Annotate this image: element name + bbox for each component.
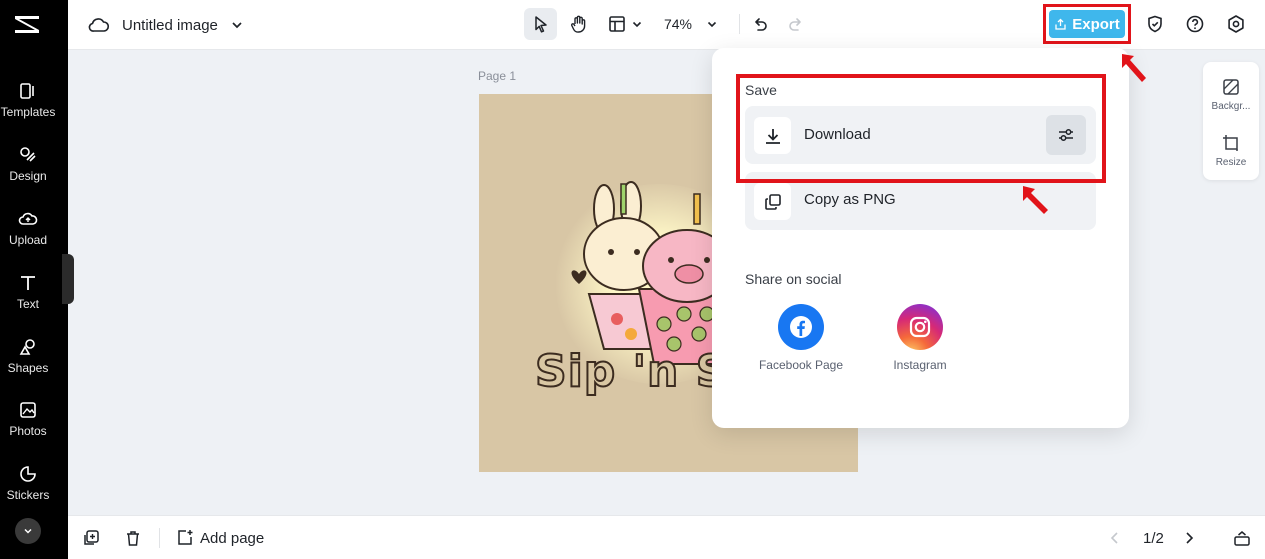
rail-item-shapes[interactable]: Shapes (0, 328, 56, 384)
next-page-button[interactable] (1180, 526, 1198, 550)
upload-icon (18, 212, 38, 225)
chevron-down-icon (24, 528, 32, 534)
annotation-arrow-export (1122, 54, 1146, 82)
panel-collapse-handle[interactable] (62, 254, 74, 304)
zoom-dropdown[interactable]: 74% (656, 8, 726, 40)
rail-more-button[interactable] (15, 518, 41, 544)
rail-label: Design (9, 169, 47, 183)
rail-item-photos[interactable]: Photos (0, 391, 56, 447)
rail-item-upload[interactable]: Upload (0, 200, 56, 256)
export-label: Export (1072, 15, 1120, 33)
rail-label: Stickers (6, 488, 50, 502)
share-heading: Share on social (745, 271, 842, 287)
bottom-toolbar: Add page 1/2 (68, 515, 1265, 559)
document-title[interactable]: Untitled image (122, 17, 218, 34)
rail-label: Text (16, 297, 39, 311)
zoom-level: 74% (663, 16, 693, 32)
select-tool-button[interactable] (524, 8, 557, 40)
chevron-left-icon (1110, 532, 1118, 544)
toolbar-divider (739, 14, 740, 34)
help-button[interactable] (1181, 8, 1209, 40)
rail-label: Upload (8, 233, 48, 247)
expand-up-icon (1234, 531, 1250, 546)
stickers-icon (20, 466, 36, 482)
share-icon (1055, 18, 1066, 30)
top-toolbar: Untitled image 74% Export (68, 0, 1265, 50)
instagram-share-button[interactable]: Instagram (870, 304, 970, 373)
instagram-label: Instagram (893, 358, 947, 372)
chevron-down-icon (707, 21, 717, 28)
shapes-icon (19, 339, 35, 355)
undo-button[interactable] (746, 8, 774, 40)
bottom-divider (159, 528, 160, 548)
page-panel-toggle[interactable] (1233, 526, 1251, 550)
text-icon (21, 276, 35, 290)
rail-label: Templates (0, 105, 56, 119)
cursor-icon (534, 16, 547, 33)
rail-item-stickers[interactable]: Stickers (0, 455, 56, 511)
rail-label: Photos (9, 424, 47, 438)
export-highlight-box: Export (1043, 4, 1131, 44)
settings-button[interactable] (1222, 8, 1250, 40)
rail-item-templates[interactable]: Templates (0, 72, 56, 128)
design-icon (20, 147, 36, 162)
prev-page-button[interactable] (1106, 526, 1124, 550)
chevron-right-icon (1186, 532, 1194, 544)
copy-image-icon (764, 193, 781, 210)
add-page-label: Add page (200, 529, 265, 547)
background-button[interactable]: Backgr... (1203, 70, 1259, 120)
chevron-down-icon (632, 21, 642, 28)
rail-item-design[interactable]: Design (0, 136, 56, 192)
shield-check-icon (1148, 15, 1162, 33)
chevron-down-icon (232, 22, 242, 29)
add-page-button[interactable]: Add page (176, 526, 264, 550)
quick-panel: Backgr... Resize (1203, 62, 1259, 180)
resize-label: Resize (1215, 157, 1247, 168)
duplicate-icon (84, 530, 99, 545)
annotation-arrow-download (1023, 186, 1048, 214)
rail-label: Shapes (7, 361, 49, 375)
add-page-icon (178, 530, 193, 545)
background-label: Backgr... (1211, 101, 1251, 112)
undo-icon (755, 18, 767, 31)
duplicate-page-button[interactable] (82, 526, 100, 550)
gear-icon (1228, 15, 1244, 33)
templates-icon (20, 83, 34, 99)
capcut-logo-icon[interactable] (12, 10, 42, 38)
trash-icon (127, 531, 139, 546)
hand-icon (570, 15, 585, 33)
redo-button[interactable] (782, 8, 810, 40)
resize-button[interactable]: Resize (1203, 126, 1259, 176)
delete-page-button[interactable] (124, 526, 142, 550)
facebook-icon (778, 304, 824, 350)
facebook-label: Facebook Page (758, 358, 844, 372)
copy-png-label: Copy as PNG (804, 191, 896, 208)
rail-item-text[interactable]: Text (0, 264, 56, 320)
resize-icon (1223, 135, 1238, 151)
export-button[interactable]: Export (1049, 10, 1125, 38)
security-button[interactable] (1141, 8, 1169, 40)
page-counter: 1/2 (1143, 529, 1164, 547)
facebook-share-button[interactable]: Facebook Page (751, 304, 851, 373)
left-rail: Templates Design Upload Text Shapes Phot… (0, 0, 68, 559)
page-label: Page 1 (478, 69, 517, 83)
layout-menu-button[interactable] (604, 8, 646, 40)
redo-icon (789, 18, 801, 31)
instagram-icon (897, 304, 943, 350)
layout-icon (609, 16, 625, 32)
document-title-area[interactable]: Untitled image (88, 10, 244, 40)
save-highlight-box (736, 74, 1106, 183)
copy-icon-box (754, 183, 791, 220)
hand-tool-button[interactable] (562, 8, 595, 40)
help-icon (1186, 15, 1204, 33)
cloud-icon (88, 18, 110, 32)
background-icon (1223, 79, 1239, 95)
photos-icon (20, 402, 36, 418)
